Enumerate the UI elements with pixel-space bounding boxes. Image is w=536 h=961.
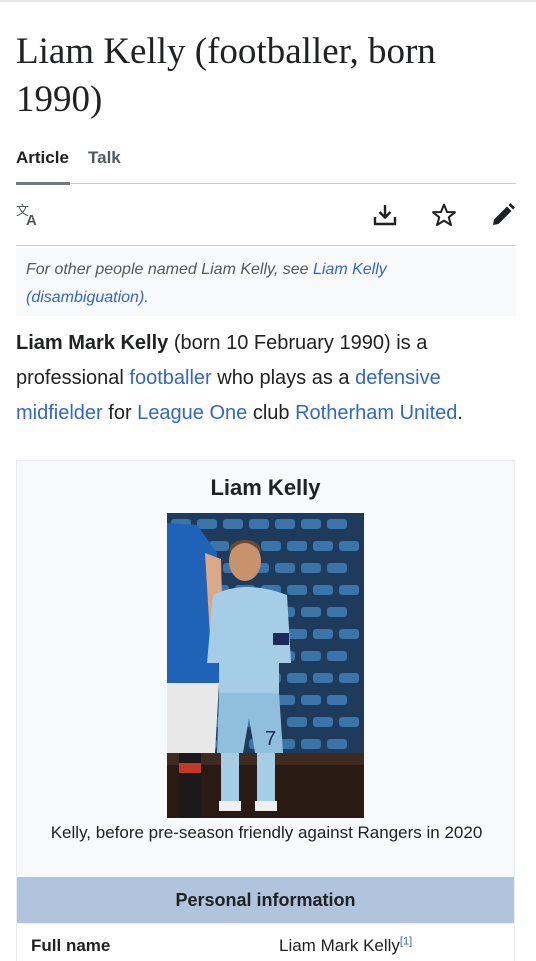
lead-text: club (247, 402, 296, 424)
rotherham-united-link[interactable]: Rotherham United (295, 402, 457, 424)
infobox-photo[interactable]: 7 (167, 513, 364, 818)
lead-paragraph: Liam Mark Kelly (born 10 February 1990) … (16, 326, 520, 431)
row-label-full-name: Full name (31, 936, 111, 955)
svg-text:A: A (26, 212, 37, 229)
hatnote-text: For other people named Liam Kelly, see (26, 261, 313, 278)
tab-talk[interactable]: Talk (88, 148, 121, 168)
page-actions-toolbar: 文 A (16, 184, 516, 246)
footballer-link[interactable]: footballer (129, 367, 211, 389)
infobox: Liam Kelly 7 Kelly, before pre-season fr… (16, 460, 515, 961)
tab-article[interactable]: Article (16, 148, 69, 168)
league-one-link[interactable]: League One (137, 402, 247, 424)
top-border (0, 0, 536, 2)
lead-text: for (102, 402, 138, 424)
star-icon[interactable] (429, 200, 459, 230)
infobox-title: Liam Kelly (210, 475, 321, 500)
lead-text: who plays as a (211, 367, 356, 389)
language-icon[interactable]: 文 A (14, 200, 44, 230)
hatnote-suffix: . (144, 289, 149, 306)
full-name-value: Liam Mark Kelly (279, 936, 400, 955)
page-tabs: Article Talk (16, 142, 516, 185)
download-icon[interactable] (370, 200, 400, 230)
infobox-row: Full name Liam Mark Kelly[1] (17, 923, 514, 961)
section-header-personal-information: Personal information (17, 877, 514, 923)
hatnote: For other people named Liam Kelly, see L… (16, 248, 516, 316)
subject-name: Liam Mark Kelly (16, 332, 169, 354)
row-value-full-name: Liam Mark Kelly[1] (279, 936, 412, 956)
svg-text:7: 7 (265, 728, 276, 750)
reference-link[interactable]: [1] (400, 935, 412, 947)
page-title: Liam Kelly (footballer, born 1990) (16, 31, 436, 120)
lead-text: . (457, 402, 463, 424)
infobox-caption: Kelly, before pre-season friendly agains… (50, 823, 483, 842)
edit-icon[interactable] (488, 200, 518, 230)
